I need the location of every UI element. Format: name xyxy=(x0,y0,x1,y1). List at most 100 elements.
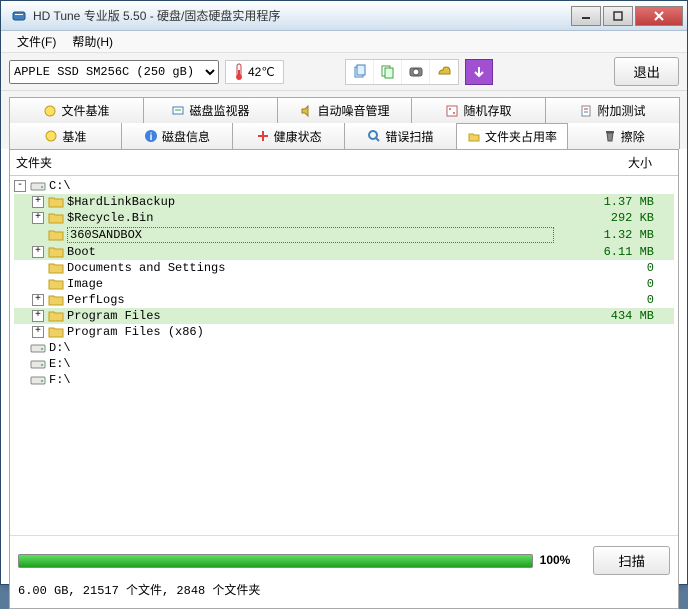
tree-item[interactable]: - C:\ xyxy=(14,178,674,194)
scan-button[interactable]: 扫描 xyxy=(593,546,670,575)
temperature-value: 42℃ xyxy=(248,65,275,79)
folder-tree[interactable]: - C:\ + $HardLinkBackup1.37 MB + $Recycle.Bin… xyxy=(10,176,678,535)
tree-item[interactable]: + Program Files (x86) xyxy=(14,324,674,340)
item-name: E:\ xyxy=(49,357,554,371)
drive-icon xyxy=(30,179,46,193)
titlebar[interactable]: HD Tune 专业版 5.50 - 硬盘/固态硬盘实用程序 xyxy=(1,1,687,31)
health-icon xyxy=(256,129,270,143)
tab-error-scan[interactable]: 错误扫描 xyxy=(344,123,457,149)
temperature-display: 42℃ xyxy=(225,60,284,84)
item-name: $Recycle.Bin xyxy=(67,211,554,225)
tab-info[interactable]: i磁盘信息 xyxy=(121,123,234,149)
tree-item[interactable]: + Program Files434 MB xyxy=(14,308,674,324)
tab-file-benchmark[interactable]: 文件基准 xyxy=(9,97,144,123)
file-benchmark-icon xyxy=(43,104,57,118)
tab-erase[interactable]: 擦除 xyxy=(567,123,680,149)
minimize-button[interactable] xyxy=(571,6,601,26)
header-size[interactable]: 大小 xyxy=(552,154,672,171)
expand-toggle[interactable]: + xyxy=(32,246,44,258)
tab-row-top: 文件基准 磁盘监视器 自动噪音管理 随机存取 附加测试 xyxy=(9,97,679,123)
toolbar: APPLE SSD SM256C (250 gB) 42℃ 退出 xyxy=(1,53,687,91)
item-size: 434 MB xyxy=(554,309,674,323)
expand-toggle[interactable]: + xyxy=(32,212,44,224)
menu-help[interactable]: 帮助(H) xyxy=(64,31,121,52)
speaker-icon xyxy=(299,104,313,118)
item-name: Boot xyxy=(67,245,554,259)
tab-row-bottom: 基准 i磁盘信息 健康状态 错误扫描 文件夹占用率 擦除 xyxy=(9,123,679,149)
folder-icon xyxy=(467,130,481,144)
copy-screenshot-button[interactable] xyxy=(374,60,402,84)
expand-toggle[interactable]: - xyxy=(14,180,26,192)
expand-toggle[interactable]: + xyxy=(32,196,44,208)
item-size: 1.32 MB xyxy=(554,228,674,242)
tab-aam[interactable]: 自动噪音管理 xyxy=(277,97,412,123)
item-size: 0 xyxy=(554,277,674,291)
folder-icon xyxy=(48,211,64,225)
expand-toggle[interactable]: + xyxy=(32,310,44,322)
tree-item[interactable]: 360SANDBOX1.32 MB xyxy=(14,226,674,244)
drive-select[interactable]: APPLE SSD SM256C (250 gB) xyxy=(9,60,219,84)
tab-benchmark[interactable]: 基准 xyxy=(9,123,122,149)
summary-text: 6.00 GB, 21517 个文件, 2848 个文件夹 xyxy=(18,581,670,598)
copy-info-button[interactable] xyxy=(346,60,374,84)
tab-disk-monitor[interactable]: 磁盘监视器 xyxy=(143,97,278,123)
item-size: 0 xyxy=(554,261,674,275)
item-size: 292 KB xyxy=(554,211,674,225)
random-icon xyxy=(445,104,459,118)
expand-toggle[interactable]: + xyxy=(32,326,44,338)
tree-item[interactable]: + PerfLogs0 xyxy=(14,292,674,308)
refresh-button[interactable] xyxy=(465,59,493,85)
tree-item[interactable]: + $HardLinkBackup1.37 MB xyxy=(14,194,674,210)
item-name: C:\ xyxy=(49,179,554,193)
folder-icon xyxy=(48,261,64,275)
folder-icon xyxy=(48,195,64,209)
svg-text:i: i xyxy=(150,132,153,143)
folder-icon xyxy=(48,277,64,291)
tree-item[interactable]: F:\ xyxy=(14,372,674,388)
folder-icon xyxy=(48,293,64,307)
tree-item[interactable]: Documents and Settings0 xyxy=(14,260,674,276)
tree-item[interactable]: Image0 xyxy=(14,276,674,292)
item-name: Image xyxy=(67,277,554,291)
drive-icon xyxy=(30,373,46,387)
thermometer-icon xyxy=(234,63,244,81)
options-button[interactable] xyxy=(430,60,458,84)
tree-item[interactable]: E:\ xyxy=(14,356,674,372)
exit-button[interactable]: 退出 xyxy=(614,57,679,86)
tab-folder-usage[interactable]: 文件夹占用率 xyxy=(456,123,569,149)
progress-percent: 100% xyxy=(540,553,571,567)
header-folder[interactable]: 文件夹 xyxy=(16,154,552,171)
progress-area: 100% 扫描 6.00 GB, 21517 个文件, 2848 个文件夹 xyxy=(10,535,678,608)
maximize-button[interactable] xyxy=(603,6,633,26)
item-name: F:\ xyxy=(49,373,554,387)
item-name: Program Files xyxy=(67,309,554,323)
erase-icon xyxy=(603,129,617,143)
item-name: 360SANDBOX xyxy=(67,227,554,243)
item-name: Program Files (x86) xyxy=(67,325,554,339)
close-button[interactable] xyxy=(635,6,683,26)
menu-file[interactable]: 文件(F) xyxy=(9,31,64,52)
item-size: 1.37 MB xyxy=(554,195,674,209)
app-icon xyxy=(11,8,27,24)
item-name: D:\ xyxy=(49,341,554,355)
save-screenshot-button[interactable] xyxy=(402,60,430,84)
tab-random-access[interactable]: 随机存取 xyxy=(411,97,546,123)
tab-health[interactable]: 健康状态 xyxy=(232,123,345,149)
folder-icon xyxy=(48,325,64,339)
item-name: $HardLinkBackup xyxy=(67,195,554,209)
folder-icon xyxy=(48,228,64,242)
window-title: HD Tune 专业版 5.50 - 硬盘/固态硬盘实用程序 xyxy=(33,7,569,24)
item-size: 0 xyxy=(554,293,674,307)
content-panel: 文件夹 大小 - C:\ + $HardLinkBackup1.37 MB + $Recy… xyxy=(9,149,679,609)
item-name: PerfLogs xyxy=(67,293,554,307)
tree-item[interactable]: D:\ xyxy=(14,340,674,356)
expand-toggle[interactable]: + xyxy=(32,294,44,306)
tab-extra-tests[interactable]: 附加测试 xyxy=(545,97,680,123)
item-size: 6.11 MB xyxy=(554,245,674,259)
tree-item[interactable]: + Boot6.11 MB xyxy=(14,244,674,260)
progress-bar: 100% xyxy=(18,554,533,568)
drive-icon xyxy=(30,357,46,371)
tree-item[interactable]: + $Recycle.Bin292 KB xyxy=(14,210,674,226)
benchmark-icon xyxy=(44,129,58,143)
tree-header: 文件夹 大小 xyxy=(10,150,678,176)
